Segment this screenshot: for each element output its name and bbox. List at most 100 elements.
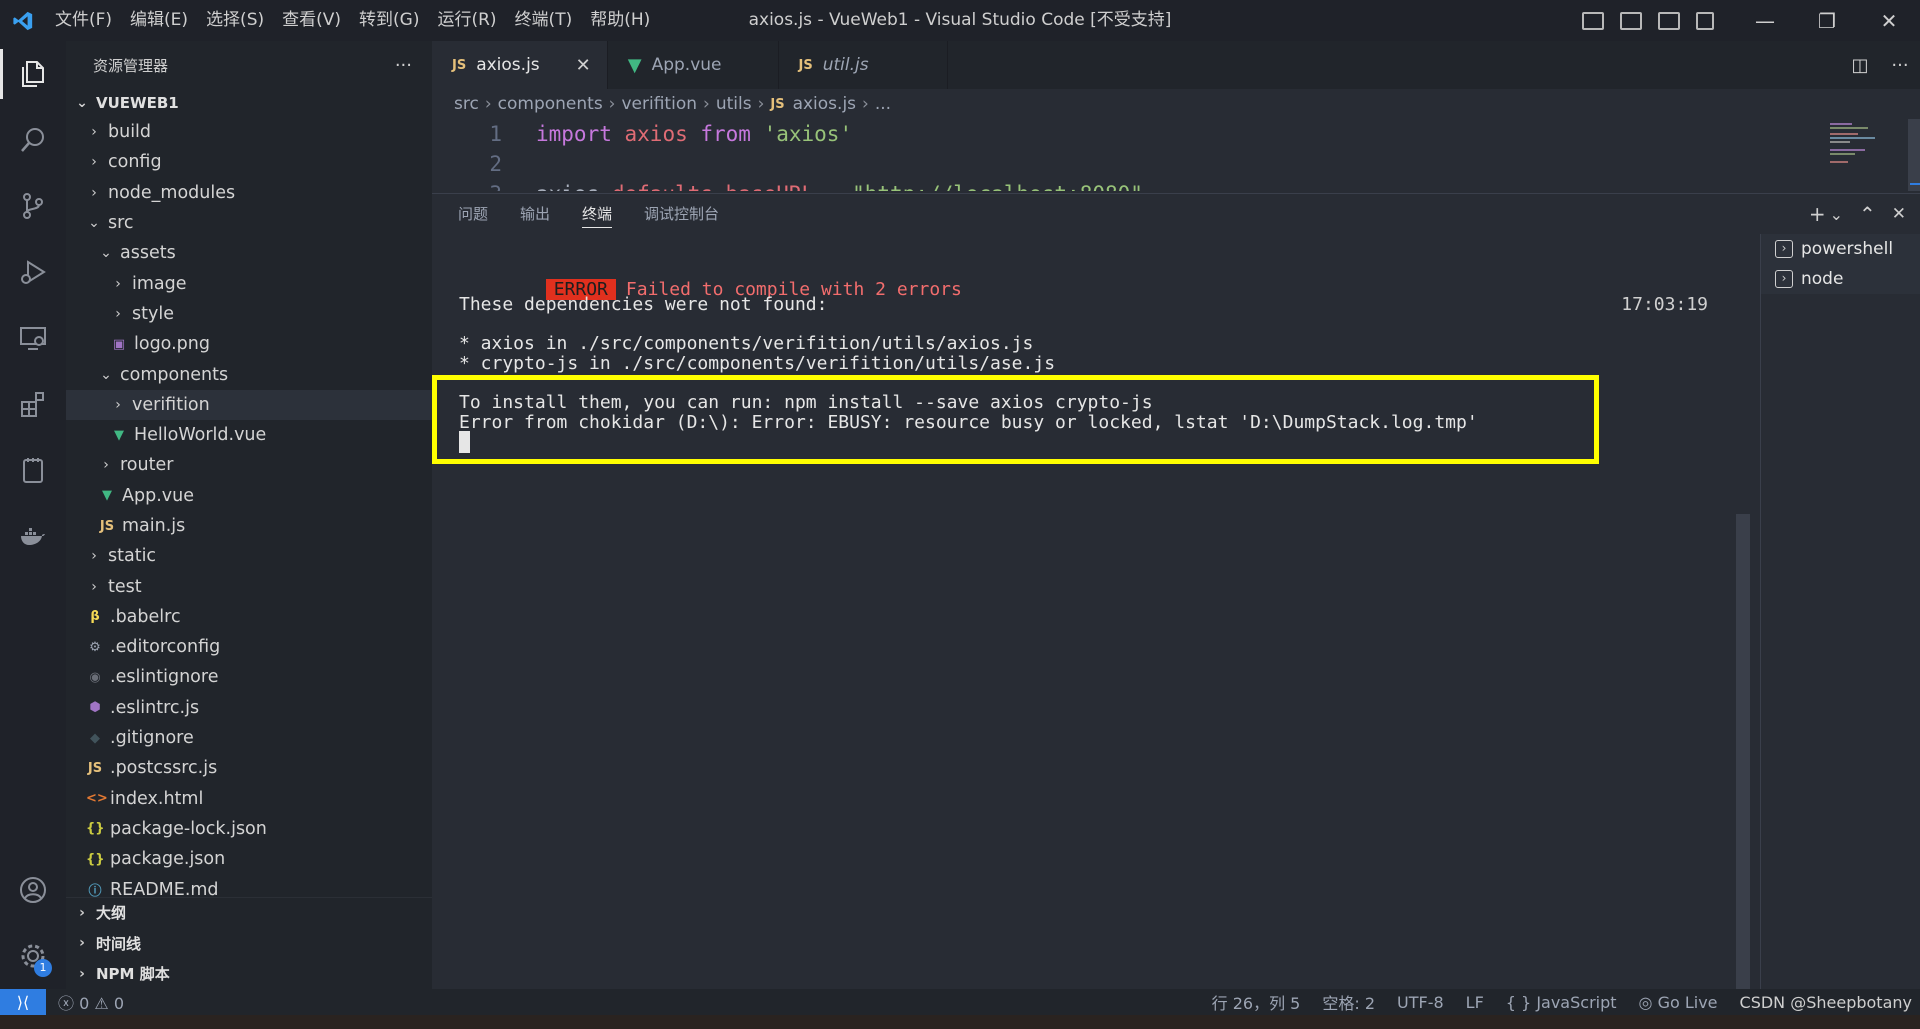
terminal-dropdown-chevron-icon[interactable]: ⌄ <box>1830 205 1843 224</box>
indentation[interactable]: 空格: 2 <box>1322 990 1375 1014</box>
json-file-icon: {} <box>86 821 105 837</box>
toggle-primary-sidebar-icon[interactable] <box>1582 11 1604 30</box>
more-actions-icon[interactable]: ··· <box>395 55 412 76</box>
maximize-panel-icon[interactable]: ⌃ <box>1859 202 1876 226</box>
close-panel-icon[interactable]: ✕ <box>1892 204 1906 224</box>
new-terminal-plus-icon[interactable]: + <box>1809 202 1826 226</box>
tree-file[interactable]: ◆ .gitignore <box>66 723 432 753</box>
remote-indicator-icon[interactable]: ⟩⟨ <box>0 989 46 1015</box>
code-token: defaults <box>612 182 713 191</box>
tree-folder[interactable]: ⌄ components <box>66 359 432 389</box>
terminal-scrollbar[interactable] <box>1736 234 1750 990</box>
menu-go[interactable]: 转到(G) <box>350 0 428 41</box>
crumb-symbol[interactable]: ... <box>875 94 891 114</box>
tree-file[interactable]: JS main.js <box>66 511 432 541</box>
menu-help[interactable]: 帮助(H) <box>581 0 659 41</box>
tree-file[interactable]: ⚙ .editorconfig <box>66 632 432 662</box>
terminal-output[interactable]: ERROR Failed to compile with 2 errors 17:… <box>432 234 1750 990</box>
terminal-line: * crypto-js in ./src/components/verifiti… <box>459 353 1056 374</box>
terminal-instance-powershell[interactable]: › powershell <box>1761 234 1920 264</box>
go-live-button[interactable]: ◎ Go Live <box>1639 993 1718 1012</box>
tree-file[interactable]: ◉ .eslintignore <box>66 662 432 692</box>
tab-problems[interactable]: 问题 <box>458 194 488 234</box>
section-outline[interactable]: › 大纲 <box>66 898 432 929</box>
workspace-root[interactable]: ⌄ VUEWEB1 <box>66 89 432 117</box>
file-tree: › build › config › node_modules ⌄ src ⌄ assets › im… <box>66 117 432 905</box>
tab-terminal[interactable]: 终端 <box>582 194 613 234</box>
more-actions-icon[interactable]: ··· <box>1880 55 1920 76</box>
tree-file[interactable]: <> index.html <box>66 784 432 814</box>
remote-explorer-icon[interactable] <box>0 305 66 371</box>
line-ending[interactable]: LF <box>1466 993 1484 1012</box>
tree-file[interactable]: ▼ HelloWorld.vue <box>66 420 432 450</box>
source-control-icon[interactable] <box>0 173 66 239</box>
notebook-icon[interactable] <box>0 437 66 503</box>
customize-layout-icon[interactable] <box>1696 11 1714 30</box>
chevron-right-icon: › <box>91 124 97 141</box>
menu-edit[interactable]: 编辑(E) <box>121 0 197 41</box>
tree-file[interactable]: {} package-lock.json <box>66 814 432 844</box>
manage-gear-icon[interactable]: 1 <box>0 923 66 989</box>
split-editor-icon[interactable]: ◫ <box>1840 55 1880 76</box>
close-window-button[interactable]: ✕ <box>1858 0 1920 41</box>
tree-folder[interactable]: ⌄ src <box>66 208 432 238</box>
tree-folder[interactable]: › test <box>66 571 432 601</box>
tab-app-vue[interactable]: ▼ App.vue <box>608 41 779 89</box>
menu-terminal[interactable]: 终端(T) <box>506 0 582 41</box>
tree-file[interactable]: {} package.json <box>66 844 432 874</box>
section-timeline[interactable]: › 时间线 <box>66 928 432 959</box>
tree-folder[interactable]: › config <box>66 147 432 177</box>
csdn-watermark: CSDN @Sheepbotany <box>1739 992 1912 1012</box>
section-outline-label: 大纲 <box>96 904 127 923</box>
minimize-button[interactable]: — <box>1734 0 1796 41</box>
tree-file[interactable]: ⬢ .eslintrc.js <box>66 693 432 723</box>
extensions-icon[interactable] <box>0 371 66 437</box>
docker-icon[interactable] <box>0 503 66 569</box>
accounts-icon[interactable] <box>0 857 66 923</box>
cursor-position[interactable]: 行 26，列 5 <box>1212 990 1301 1014</box>
tree-file[interactable]: ▣ logo.png <box>66 329 432 359</box>
tree-folder[interactable]: › node_modules <box>66 178 432 208</box>
tree-folder[interactable]: › build <box>66 117 432 147</box>
encoding[interactable]: UTF-8 <box>1397 993 1444 1012</box>
crumb-components[interactable]: components <box>498 94 603 114</box>
section-npm-scripts[interactable]: › NPM 脚本 <box>66 959 432 990</box>
tree-folder[interactable]: ⌄ assets <box>66 238 432 268</box>
line-number: 2 <box>489 152 502 176</box>
tab-util-js[interactable]: JS util.js <box>779 41 948 89</box>
explorer-icon[interactable] <box>0 41 66 107</box>
tab-axios-js[interactable]: JS axios.js ✕ <box>432 41 608 89</box>
toggle-panel-icon[interactable] <box>1620 11 1642 30</box>
toggle-secondary-sidebar-icon[interactable] <box>1658 11 1680 30</box>
tree-folder[interactable]: › static <box>66 541 432 571</box>
menu-run[interactable]: 运行(R) <box>428 0 505 41</box>
tab-debug-console[interactable]: 调试控制台 <box>644 194 719 234</box>
crumb-src[interactable]: src <box>454 94 479 114</box>
menu-view[interactable]: 查看(V) <box>273 0 350 41</box>
tree-folder[interactable]: › verifition <box>66 389 432 420</box>
chevron-right-icon: › <box>757 94 765 114</box>
search-icon[interactable] <box>0 107 66 173</box>
restore-button[interactable]: ❐ <box>1796 0 1858 41</box>
crumb-file[interactable]: axios.js <box>793 94 856 114</box>
chevron-right-icon: › <box>703 94 710 114</box>
terminal-instance-node[interactable]: › node <box>1761 264 1920 294</box>
run-debug-icon[interactable] <box>0 239 66 305</box>
tree-file[interactable]: β .babelrc <box>66 602 432 632</box>
crumb-verifition[interactable]: verifition <box>621 94 697 114</box>
problems-indicator[interactable]: ⓧ 0 ⚠ 0 <box>58 990 124 1014</box>
tab-output[interactable]: 输出 <box>520 194 550 234</box>
crumb-utils[interactable]: utils <box>716 94 752 114</box>
menu-selection[interactable]: 选择(S) <box>197 0 273 41</box>
scrollbar-thumb[interactable] <box>1736 514 1750 990</box>
tree-folder[interactable]: › style <box>66 299 432 329</box>
code-editor[interactable]: 1import axios from 'axios'23axios.defaul… <box>432 119 1920 191</box>
minimap[interactable] <box>1800 119 1920 191</box>
close-tab-icon[interactable]: ✕ <box>576 55 591 76</box>
tree-file[interactable]: ▼ App.vue <box>66 481 432 511</box>
tree-file[interactable]: JS .postcssrc.js <box>66 753 432 783</box>
tree-folder[interactable]: › router <box>66 450 432 480</box>
menu-file[interactable]: 文件(F) <box>46 0 121 41</box>
language-mode[interactable]: { } JavaScript <box>1506 993 1617 1012</box>
tree-folder[interactable]: › image <box>66 268 432 298</box>
